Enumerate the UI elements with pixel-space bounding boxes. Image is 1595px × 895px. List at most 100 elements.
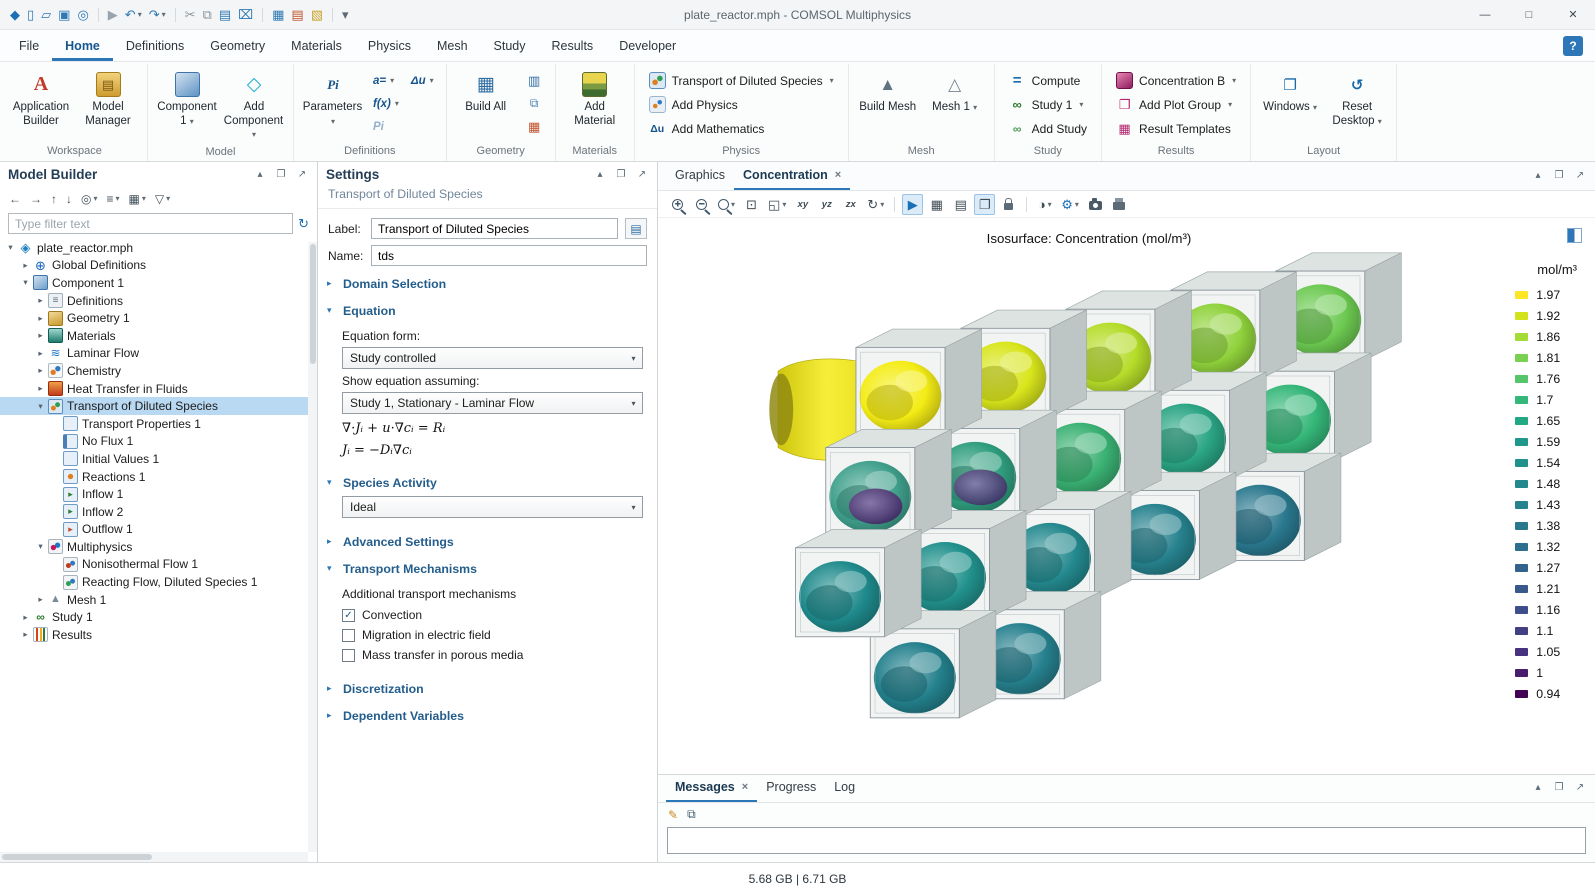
parameter-case-button[interactable]: Pi xyxy=(368,115,404,138)
run-button[interactable]: ▶ xyxy=(108,8,118,21)
new-file-button[interactable]: ▯ xyxy=(27,8,34,21)
tree-item-definitions[interactable]: ▸Definitions xyxy=(0,292,317,310)
menu-tab-developer[interactable]: Developer xyxy=(606,30,689,61)
reset-plot-button[interactable]: ↻▾ xyxy=(864,194,887,215)
menu-tab-results[interactable]: Results xyxy=(539,30,607,61)
chevron-right-icon[interactable]: ▸ xyxy=(34,348,47,359)
add-mathematics-button[interactable]: Add Mathematics xyxy=(642,117,841,140)
physics-selector[interactable]: Transport of Diluted Species▾ xyxy=(642,69,841,92)
menu-tab-materials[interactable]: Materials xyxy=(278,30,355,61)
chevron-right-icon[interactable]: ▸ xyxy=(34,313,47,324)
checkbox-mass-transfer-in-porous-media[interactable]: Mass transfer in porous media xyxy=(342,645,643,665)
menu-tab-home[interactable]: Home xyxy=(52,30,113,61)
zoom-extents-button[interactable]: ▾ xyxy=(715,194,738,215)
plot-group-selector[interactable]: Concentration B▾ xyxy=(1109,69,1243,92)
nonlocal-couplings-button[interactable]: Δu▾ xyxy=(406,69,439,92)
build-all-button[interactable]: Build All xyxy=(454,67,518,117)
tree-item-heat-transfer-in-fluids[interactable]: ▸Heat Transfer in Fluids xyxy=(0,380,317,398)
report-button[interactable]: ▤ xyxy=(291,8,303,21)
tree-item-component-1[interactable]: ▾Component 1 xyxy=(0,274,317,292)
float-panel-icon[interactable]: ❐ xyxy=(274,169,288,180)
compute-button[interactable]: Compute xyxy=(1002,69,1094,92)
help-button[interactable]: ? xyxy=(1563,36,1583,56)
tree-item-initial-values-1[interactable]: Initial Values 1 xyxy=(0,450,317,468)
chevron-down-icon[interactable]: ▾ xyxy=(19,277,32,288)
forward-button[interactable]: → xyxy=(30,192,42,206)
tree-item-reacting-flow-diluted-species-1[interactable]: Reacting Flow, Diluted Species 1 xyxy=(0,573,317,591)
chevron-right-icon[interactable]: ▸ xyxy=(19,260,32,271)
build-mesh-button[interactable]: Build Mesh xyxy=(856,67,920,117)
parameters-button[interactable]: Parameters ▾ xyxy=(301,67,365,130)
float-panel-icon[interactable]: ❐ xyxy=(1552,170,1566,181)
add-component-button[interactable]: Add Component ▾ xyxy=(222,67,286,144)
variables-button[interactable]: a=▾ xyxy=(368,69,404,92)
graphics-tab-graphics[interactable]: Graphics xyxy=(666,163,734,190)
split-square-icon[interactable] xyxy=(1567,228,1582,243)
go-to-default-view-button[interactable]: ◱▾ xyxy=(765,194,789,215)
pin-panel-icon[interactable]: ↗ xyxy=(1573,782,1587,793)
refresh-icon[interactable]: ↻ xyxy=(298,216,309,232)
panel-menu-icon[interactable]: ▴ xyxy=(593,169,607,180)
chevron-right-icon[interactable]: ▸ xyxy=(34,295,47,306)
copy-messages-button[interactable]: ⧉ xyxy=(687,807,696,822)
node-grouping-button[interactable]: ▦▾ xyxy=(129,192,146,206)
maximize-button[interactable]: □ xyxy=(1507,0,1551,29)
panel-menu-icon[interactable]: ▴ xyxy=(253,169,267,180)
pencil-button[interactable]: ✎ xyxy=(668,808,678,822)
messages-tab-log[interactable]: Log xyxy=(825,775,864,802)
application-builder-button[interactable]: Application Builder xyxy=(9,67,73,130)
tree-item-no-flux-1[interactable]: No Flux 1 xyxy=(0,433,317,451)
reset-desktop-button[interactable]: Reset Desktop ▾ xyxy=(1325,67,1389,130)
tree-item-transport-of-diluted-species[interactable]: ▾Transport of Diluted Species xyxy=(0,397,317,415)
chevron-right-icon[interactable]: ▸ xyxy=(34,383,47,394)
save-button[interactable]: ▣ xyxy=(58,8,70,21)
move-up-button[interactable]: ↑ xyxy=(51,192,57,206)
close-tab-icon[interactable]: × xyxy=(742,781,748,793)
tree-item-multiphysics[interactable]: ▾Multiphysics xyxy=(0,538,317,556)
view-xy-button[interactable]: xy xyxy=(792,194,813,215)
chevron-right-icon[interactable]: ▸ xyxy=(34,330,47,341)
add-material-button[interactable]: Add Material xyxy=(563,67,627,130)
model-manager-button[interactable]: Model Manager xyxy=(76,67,140,130)
messages-tab-messages[interactable]: Messages× xyxy=(666,775,757,802)
tree-item-results[interactable]: ▸Results xyxy=(0,626,317,644)
cut-button[interactable]: ✂ xyxy=(185,8,196,21)
chevron-right-icon[interactable]: ▸ xyxy=(19,629,32,640)
tree-item-transport-properties-1[interactable]: Transport Properties 1 xyxy=(0,415,317,433)
filter-button[interactable]: ▽▾ xyxy=(155,192,170,206)
scrollbar-thumb[interactable] xyxy=(310,244,316,364)
checkbox-migration-in-electric-field[interactable]: Migration in electric field xyxy=(342,625,643,645)
zoom-box-button[interactable]: ⊡ xyxy=(741,194,762,215)
save-search-button[interactable]: ◎ xyxy=(77,8,88,21)
add-study-button[interactable]: Add Study xyxy=(1002,117,1094,140)
chevron-down-icon[interactable]: ▾ xyxy=(34,541,47,552)
insert-sequence-button[interactable] xyxy=(521,92,548,115)
functions-button[interactable]: f(x)▾ xyxy=(368,92,404,115)
scene-settings-button[interactable]: ⚙▾ xyxy=(1058,194,1082,215)
float-panel-icon[interactable]: ❐ xyxy=(1552,782,1566,793)
zoom-out-button[interactable] xyxy=(691,194,712,215)
section-header-domain-selection[interactable]: ▸Domain Selection xyxy=(318,271,657,296)
chevron-down-icon[interactable]: ▾ xyxy=(4,242,17,253)
appearance-button[interactable]: ◑▾ xyxy=(1034,194,1055,215)
tree-item-inflow-2[interactable]: Inflow 2 xyxy=(0,503,317,521)
panel-menu-icon[interactable]: ▴ xyxy=(1531,782,1545,793)
chevron-right-icon[interactable]: ▸ xyxy=(19,612,32,623)
show-equation-assuming-select[interactable]: Study 1, Stationary - Laminar Flow▾ xyxy=(342,392,643,414)
tree-item-nonisothermal-flow-1[interactable]: Nonisothermal Flow 1 xyxy=(0,556,317,574)
section-header-equation[interactable]: ▾Equation xyxy=(318,298,657,323)
float-panel-icon[interactable]: ❐ xyxy=(614,169,628,180)
comsol-logo-button[interactable]: ◆ xyxy=(10,8,20,21)
menu-tab-mesh[interactable]: Mesh xyxy=(424,30,481,61)
tree-item-chemistry[interactable]: ▸Chemistry xyxy=(0,362,317,380)
slideshow-button[interactable]: ▧ xyxy=(311,8,323,21)
equation-form-select[interactable]: Study controlled▾ xyxy=(342,347,643,369)
model-tree-order-button[interactable]: ≡▾ xyxy=(107,192,120,206)
filter-input[interactable] xyxy=(8,213,293,234)
show-button[interactable]: ◎▾ xyxy=(81,192,98,206)
species-activity-select[interactable]: Ideal▾ xyxy=(342,496,643,518)
component-1-button[interactable]: Component 1 ▾ xyxy=(155,67,219,130)
graphics-tab-concentration[interactable]: Concentration× xyxy=(734,163,850,190)
rename-button[interactable]: ▤ xyxy=(625,218,647,239)
data-table-button[interactable]: ▦ xyxy=(926,194,947,215)
